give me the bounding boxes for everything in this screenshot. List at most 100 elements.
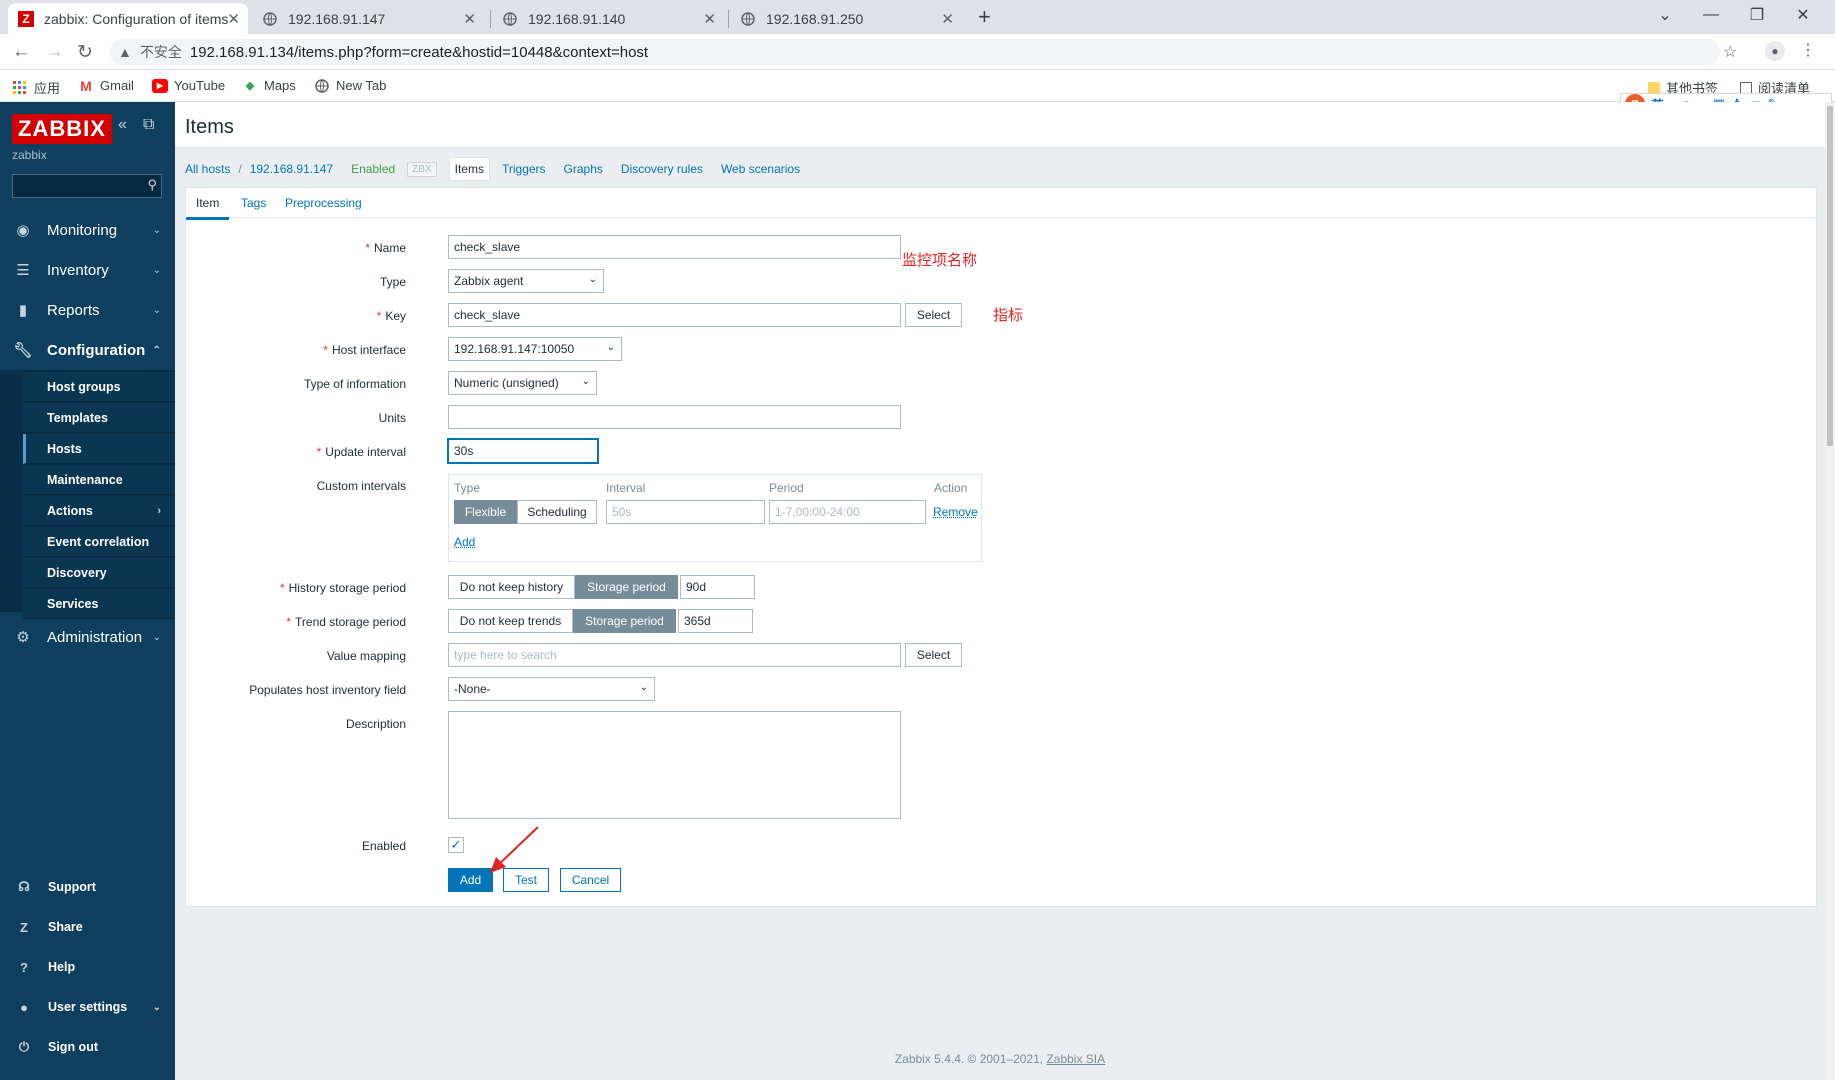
tab-tags[interactable]: Tags <box>241 196 266 210</box>
update-interval-input[interactable]: 30s <box>448 439 598 463</box>
forward-arrow-icon[interactable]: → <box>45 41 64 63</box>
name-input[interactable]: check_slave <box>448 235 901 259</box>
graphs-link[interactable]: Graphs <box>564 162 603 176</box>
all-hosts-link[interactable]: All hosts <box>185 162 230 176</box>
cancel-button[interactable]: Cancel <box>560 868 621 892</box>
kiosk-mode-icon[interactable]: ⧉ <box>143 116 154 134</box>
menu-configuration[interactable]: 🔧︎ Configuration ⌃ <box>0 333 175 367</box>
trend-toggle: Do not keep trends Storage period <box>448 609 676 633</box>
zabbix-favicon-icon: Z <box>18 10 34 27</box>
globe-icon <box>262 11 278 27</box>
close-tab-icon[interactable]: ✕ <box>227 10 240 28</box>
trend-no-keep-option[interactable]: Do not keep trends <box>448 609 573 633</box>
new-tab-button[interactable]: + <box>978 4 991 30</box>
browser-tab-active[interactable]: Z zabbix: Configuration of items ✕ <box>8 3 248 34</box>
bookmark-newtab[interactable]: New Tab <box>314 78 386 93</box>
tab-item[interactable]: Item <box>186 196 230 220</box>
ci-period-input[interactable]: 1-7,00:00-24:00 <box>769 500 926 524</box>
value-mapping-select-button[interactable]: Select <box>905 643 962 667</box>
zbx-availability-badge: ZBX <box>407 161 437 177</box>
gear-icon: ⚙ <box>16 629 30 646</box>
menu-administration[interactable]: ⚙ Administration ⌄ <box>0 620 175 654</box>
sidebar-search-input[interactable]: ⚲ <box>12 174 162 198</box>
browser-tab[interactable]: 192.168.91.250 ✕ <box>730 3 962 34</box>
zabbix-logo[interactable]: ZABBIX <box>12 114 112 144</box>
submenu-services[interactable]: Services <box>23 589 175 619</box>
url-field[interactable]: ▲ 不安全 192.168.91.134/items.php?form=crea… <box>110 39 1720 65</box>
submenu-hosts[interactable]: Hosts <box>23 434 175 464</box>
value-mapping-input[interactable]: type here to search <box>448 643 901 667</box>
description-textarea[interactable] <box>448 711 901 819</box>
trend-storage-option[interactable]: Storage period <box>573 609 676 633</box>
history-no-keep-option[interactable]: Do not keep history <box>448 575 575 599</box>
submenu-host-groups[interactable]: Host groups <box>23 372 175 402</box>
scrollbar[interactable] <box>1825 102 1835 1080</box>
submenu-actions[interactable]: Actions › <box>23 496 175 526</box>
bookmark-apps[interactable]: 应用 <box>12 78 60 97</box>
sidebar-sign-out[interactable]: ⏻ Sign out <box>0 1032 175 1062</box>
units-input[interactable] <box>448 405 901 429</box>
units-label: Units <box>378 411 406 425</box>
name-label: * Name <box>365 241 406 255</box>
search-icon[interactable]: ⚲ <box>147 177 157 193</box>
star-bookmark-icon[interactable]: ☆ <box>1723 42 1737 62</box>
history-storage-option[interactable]: Storage period <box>575 575 678 599</box>
bookmark-gmail[interactable]: M Gmail <box>78 78 134 94</box>
update-interval-label: * Update interval <box>316 445 406 459</box>
submenu-event-correlation[interactable]: Event correlation <box>23 527 175 557</box>
type-of-info-select[interactable]: Numeric (unsigned) ⌄ <box>448 371 597 395</box>
ci-add-link[interactable]: Add <box>454 535 475 549</box>
profile-avatar-icon[interactable]: ● <box>1765 41 1785 61</box>
inventory-select[interactable]: -None- ⌄ <box>448 677 655 701</box>
kebab-menu-icon[interactable]: ⋮ <box>1800 40 1816 60</box>
submenu-templates[interactable]: Templates <box>23 403 175 433</box>
enabled-checkbox[interactable]: ✓ <box>448 837 464 853</box>
scrollbar-thumb[interactable] <box>1827 106 1833 446</box>
submenu-label: Host groups <box>47 379 121 394</box>
submenu-maintenance[interactable]: Maintenance <box>23 465 175 495</box>
host-status[interactable]: Enabled <box>351 162 395 176</box>
submenu-discovery[interactable]: Discovery <box>23 558 175 588</box>
browser-tab[interactable]: 192.168.91.147 ✕ <box>252 3 484 34</box>
close-tab-icon[interactable]: ✕ <box>703 10 716 28</box>
menu-inventory[interactable]: ☰ Inventory ⌄ <box>0 253 175 287</box>
browser-tab[interactable]: 192.168.91.140 ✕ <box>492 3 724 34</box>
bookmark-maps[interactable]: ◆ Maps <box>242 78 296 93</box>
tab-search-icon[interactable]: ⌄ <box>1642 0 1688 30</box>
menu-reports[interactable]: ▮ Reports ⌄ <box>0 293 175 327</box>
sidebar-support[interactable]: ☊ Support <box>0 872 175 902</box>
sidebar-share[interactable]: Z Share <box>0 912 175 942</box>
zabbix-sia-link[interactable]: Zabbix SIA <box>1046 1052 1105 1066</box>
host-interface-select[interactable]: 192.168.91.147:10050 ⌄ <box>448 337 622 361</box>
key-input[interactable]: check_slave <box>448 303 901 327</box>
history-period-input[interactable]: 90d <box>680 575 755 599</box>
flexible-option[interactable]: Flexible <box>454 500 517 524</box>
inventory-label: Populates host inventory field <box>249 683 406 697</box>
reload-icon[interactable]: ↻ <box>77 41 93 64</box>
ci-interval-input[interactable]: 50s <box>606 500 765 524</box>
close-tab-icon[interactable]: ✕ <box>463 10 476 28</box>
triggers-link[interactable]: Triggers <box>502 162 546 176</box>
youtube-icon: ▶ <box>152 78 168 93</box>
trend-period-input[interactable]: 365d <box>678 609 753 633</box>
close-tab-icon[interactable]: ✕ <box>941 10 954 28</box>
web-scenarios-link[interactable]: Web scenarios <box>721 162 800 176</box>
minimize-button[interactable]: — <box>1688 0 1734 30</box>
host-link[interactable]: 192.168.91.147 <box>250 162 333 176</box>
submenu-label: Event correlation <box>47 534 150 549</box>
type-select[interactable]: Zabbix agent ⌄ <box>448 269 604 293</box>
sidebar-help[interactable]: ? Help <box>0 952 175 982</box>
back-arrow-icon[interactable]: ← <box>12 41 31 63</box>
tab-preprocessing[interactable]: Preprocessing <box>285 196 362 210</box>
chevron-down-icon: ⌄ <box>152 264 161 276</box>
sidebar-user-settings[interactable]: ● User settings ⌄ <box>0 992 175 1022</box>
restore-button[interactable]: ❐ <box>1734 0 1780 30</box>
scheduling-option[interactable]: Scheduling <box>517 500 597 524</box>
ci-remove-link[interactable]: Remove <box>933 505 978 519</box>
collapse-sidebar-icon[interactable]: « <box>118 116 127 134</box>
close-window-button[interactable]: ✕ <box>1780 0 1826 30</box>
discovery-rules-link[interactable]: Discovery rules <box>621 162 703 176</box>
menu-monitoring[interactable]: ◉ Monitoring ⌄ <box>0 213 175 247</box>
bookmark-youtube[interactable]: ▶ YouTube <box>152 78 225 93</box>
key-select-button[interactable]: Select <box>905 303 962 327</box>
